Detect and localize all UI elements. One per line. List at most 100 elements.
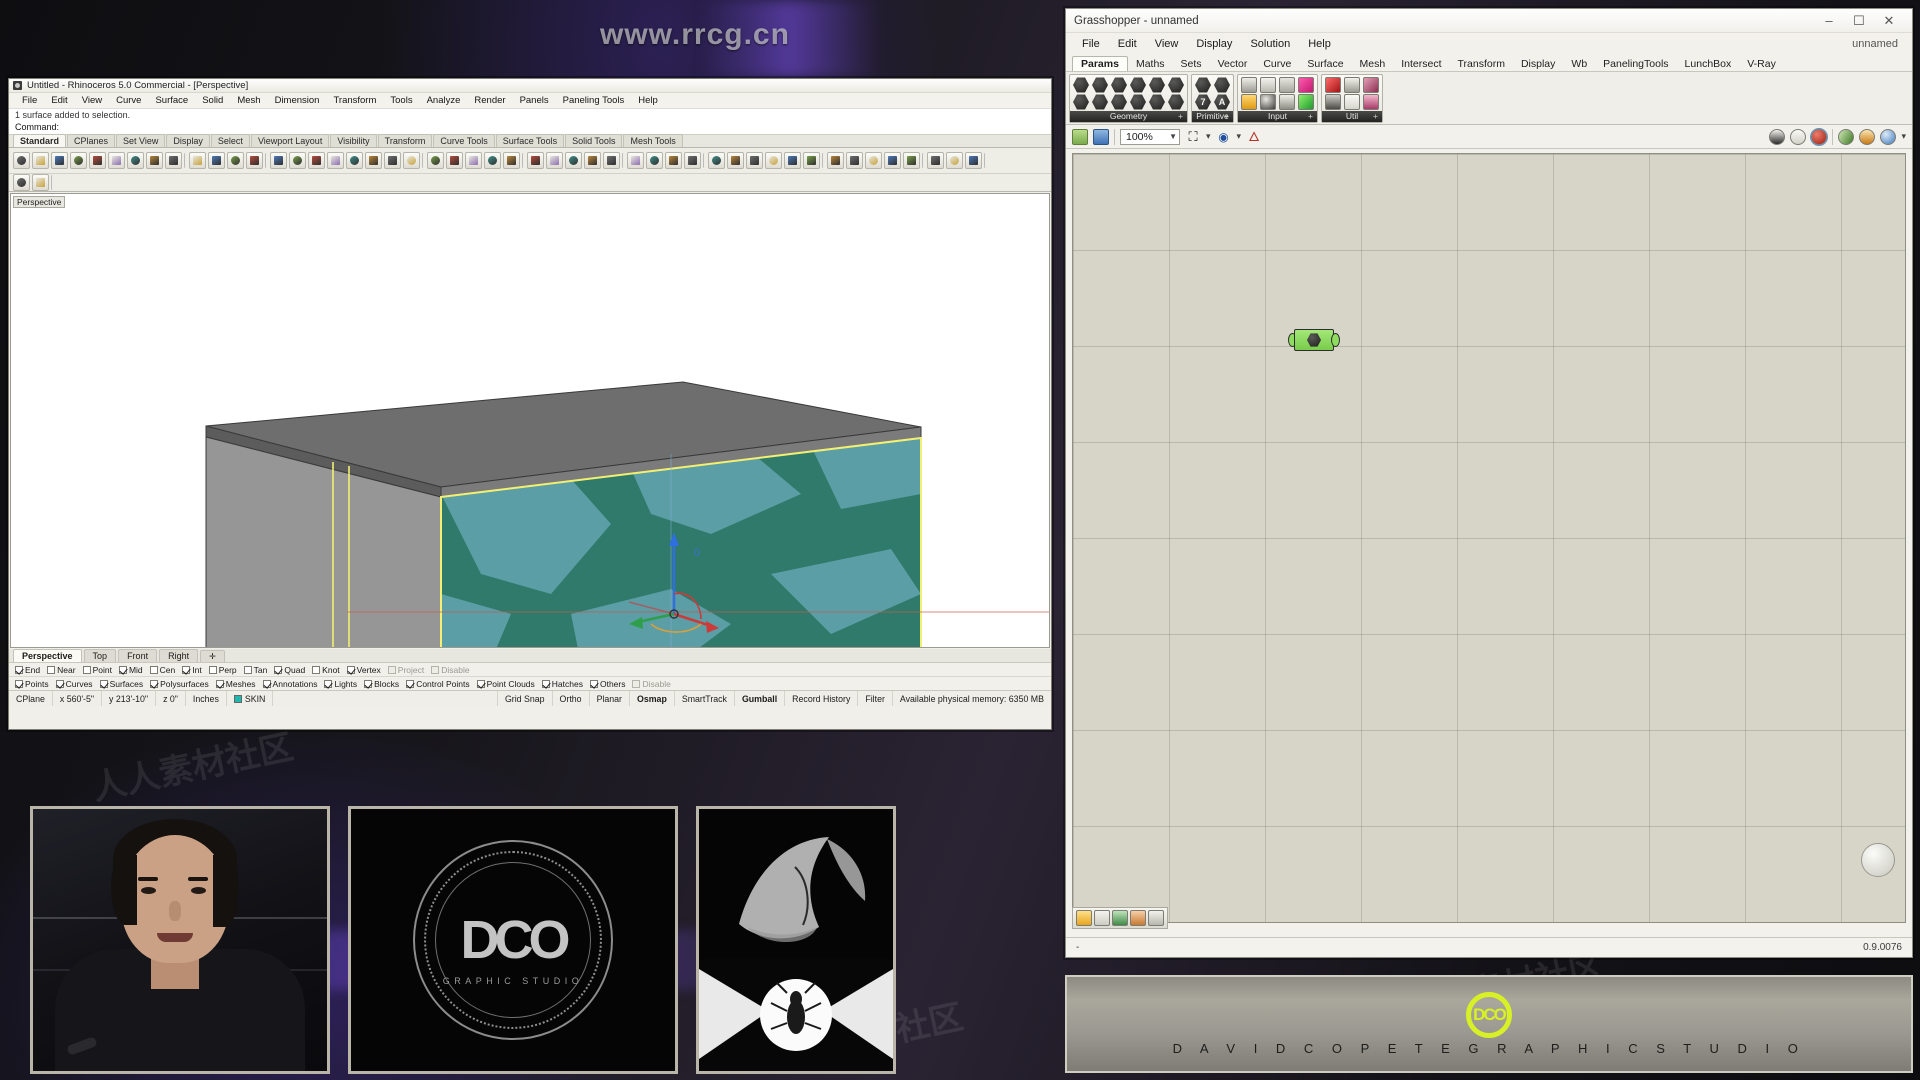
status-layer[interactable]: SKIN [227,691,274,706]
rhino-toolbar-button-31[interactable] [603,152,620,169]
rhino-toolbar-button-14[interactable] [270,152,287,169]
rhino-toolbar-button-29[interactable] [565,152,582,169]
gh-ribbon-tab-sets[interactable]: Sets [1173,57,1210,71]
geometry-mesh-icon[interactable] [1168,77,1184,93]
rhino-toolbar-button-6[interactable] [108,152,125,169]
rhino-toolbar-button-2[interactable] [32,152,49,169]
geometry-arc-icon[interactable] [1092,94,1108,110]
gh-ribbon-tab-v-ray[interactable]: V-Ray [1739,57,1784,71]
grasshopper-bottom-toolbar[interactable] [1072,907,1168,929]
rhino-menu-surface[interactable]: Surface [148,94,195,107]
input-graph-icon[interactable] [1279,77,1295,93]
util-arrow-outline-icon[interactable] [1344,94,1360,110]
rhino-toolbar-button-43[interactable] [846,152,863,169]
rhino-command-prompt[interactable]: Command: [9,121,1051,135]
checkbox-icon[interactable] [99,679,108,688]
util-tree-icon[interactable] [1325,94,1341,110]
rhino-toolbar-button-13[interactable] [246,152,263,169]
rhino-toolbar-button-44[interactable] [865,152,882,169]
viewport-tab-add[interactable]: ✛ [200,650,225,662]
grasshopper-toolbar[interactable]: 100% ▼ ⛶ ▾ ◉ ▾ 🜂 ▾ [1066,125,1912,149]
geometry-subd-icon[interactable] [1168,94,1184,110]
rhino-toolbar-button-4[interactable] [70,152,87,169]
primitive-text-icon[interactable]: A [1214,94,1230,110]
checkbox-icon[interactable] [324,679,333,688]
checkbox-icon[interactable] [243,665,252,674]
rhino-menu-solid[interactable]: Solid [195,94,230,107]
rhino-toolbar-button-16[interactable] [308,152,325,169]
rhino-osnap-bar[interactable]: End Near Point Mid Cen Int Perp Tan Quad Knot Vert… [9,662,1051,676]
rhino-toolbar-button-9[interactable] [165,152,182,169]
component-body[interactable] [1294,329,1334,351]
rhino-menu-render[interactable]: Render [467,94,512,107]
geometry-point-icon[interactable] [1111,94,1127,110]
rhino-toolbar-button-21[interactable] [403,152,420,169]
rhino-toolbar-button-5[interactable] [89,152,106,169]
rhino-toolbar-button-38[interactable] [746,152,763,169]
filter-points[interactable]: Points [15,679,49,689]
checkbox-icon[interactable] [476,679,485,688]
rhino-tab-mesh-tools[interactable]: Mesh Tools [623,134,683,147]
panel-icon[interactable] [1094,910,1110,926]
bake-flame-icon[interactable]: 🜂 [1246,129,1262,145]
checkbox-icon[interactable] [431,665,440,674]
rhino-toolbar-button-41[interactable] [803,152,820,169]
checkbox-icon[interactable] [55,679,64,688]
gh-menu-help[interactable]: Help [1300,36,1339,52]
rhino-toolbar-button-30[interactable] [584,152,601,169]
status-grid-snap[interactable]: Grid Snap [498,691,553,706]
geometry-box-icon[interactable] [1073,77,1089,93]
expand-group-icon[interactable]: + [1373,111,1378,122]
expand-group-icon[interactable]: + [1308,111,1313,122]
gh-menu-display[interactable]: Display [1188,36,1240,52]
gh-ribbon-tab-mesh[interactable]: Mesh [1352,57,1394,71]
util-flask-icon[interactable] [1363,94,1379,110]
primitive-bar-icon[interactable] [1214,77,1230,93]
rhino-toolbar-button-34[interactable] [665,152,682,169]
rhino-tab-cplanes[interactable]: CPlanes [67,134,116,147]
rhino-menu-edit[interactable]: Edit [44,94,74,107]
status-osnap[interactable]: Osmap [630,691,675,706]
status-smarttrack[interactable]: SmartTrack [675,691,735,706]
rhino-toolbar-button-3[interactable] [51,152,68,169]
rhino-menu-file[interactable]: File [15,94,44,107]
checkbox-icon[interactable] [150,679,159,688]
rhino-toolbar-button-48[interactable] [946,152,963,169]
rhino-toolbar-button-33[interactable] [646,152,663,169]
data-icon[interactable] [1112,910,1128,926]
rhino-toolbar-button-18[interactable] [346,152,363,169]
rhino-toolbar-button-27[interactable] [527,152,544,169]
shaded-preview-icon[interactable] [1769,128,1786,145]
geometry-solid-icon[interactable] [1149,94,1165,110]
close-button[interactable]: ✕ [1874,13,1904,29]
rhino-toolbar-button-37[interactable] [727,152,744,169]
component-output-port[interactable] [1331,333,1340,347]
status-filter[interactable]: Filter [858,691,893,706]
checkbox-icon[interactable] [387,665,396,674]
rhino-toolbar-button-8[interactable] [146,152,163,169]
rhino-toolbar-button-45[interactable] [884,152,901,169]
checkbox-icon[interactable] [632,679,641,688]
rhino-toolbar-button-15[interactable] [289,152,306,169]
open-folder-icon[interactable] [1072,128,1088,145]
filter-hatches[interactable]: Hatches [541,679,583,689]
osnap-mid[interactable]: Mid [118,665,143,675]
gh-ribbon-tab-curve[interactable]: Curve [1255,57,1299,71]
filter-annotations[interactable]: Annotations [262,679,317,689]
filter-lights[interactable]: Lights [324,679,357,689]
status-gumball[interactable]: Gumball [735,691,786,706]
rhino-tab-visibility[interactable]: Visibility [330,134,377,147]
viewport-tab-front[interactable]: Front [118,649,158,662]
rhino-tab-transform[interactable]: Transform [377,134,433,147]
sun-icon[interactable] [1859,128,1876,145]
checkbox-icon[interactable] [15,665,23,674]
geometry-plane-icon[interactable] [1130,94,1146,110]
osnap-end[interactable]: End [15,665,40,675]
rhino-secondary-toolbar[interactable] [9,174,1051,192]
osnap-disable[interactable]: Disable [431,665,470,675]
grasshopper-ribbon-tabs[interactable]: Params Maths Sets Vector Curve Surface Mesh Int… [1066,55,1912,72]
filter-surfaces[interactable]: Surfaces [99,679,143,689]
rhino-toolbar-button-23[interactable] [446,152,463,169]
filter-control-points[interactable]: Control Points [406,679,470,689]
geometry-brep-icon[interactable] [1149,77,1165,93]
